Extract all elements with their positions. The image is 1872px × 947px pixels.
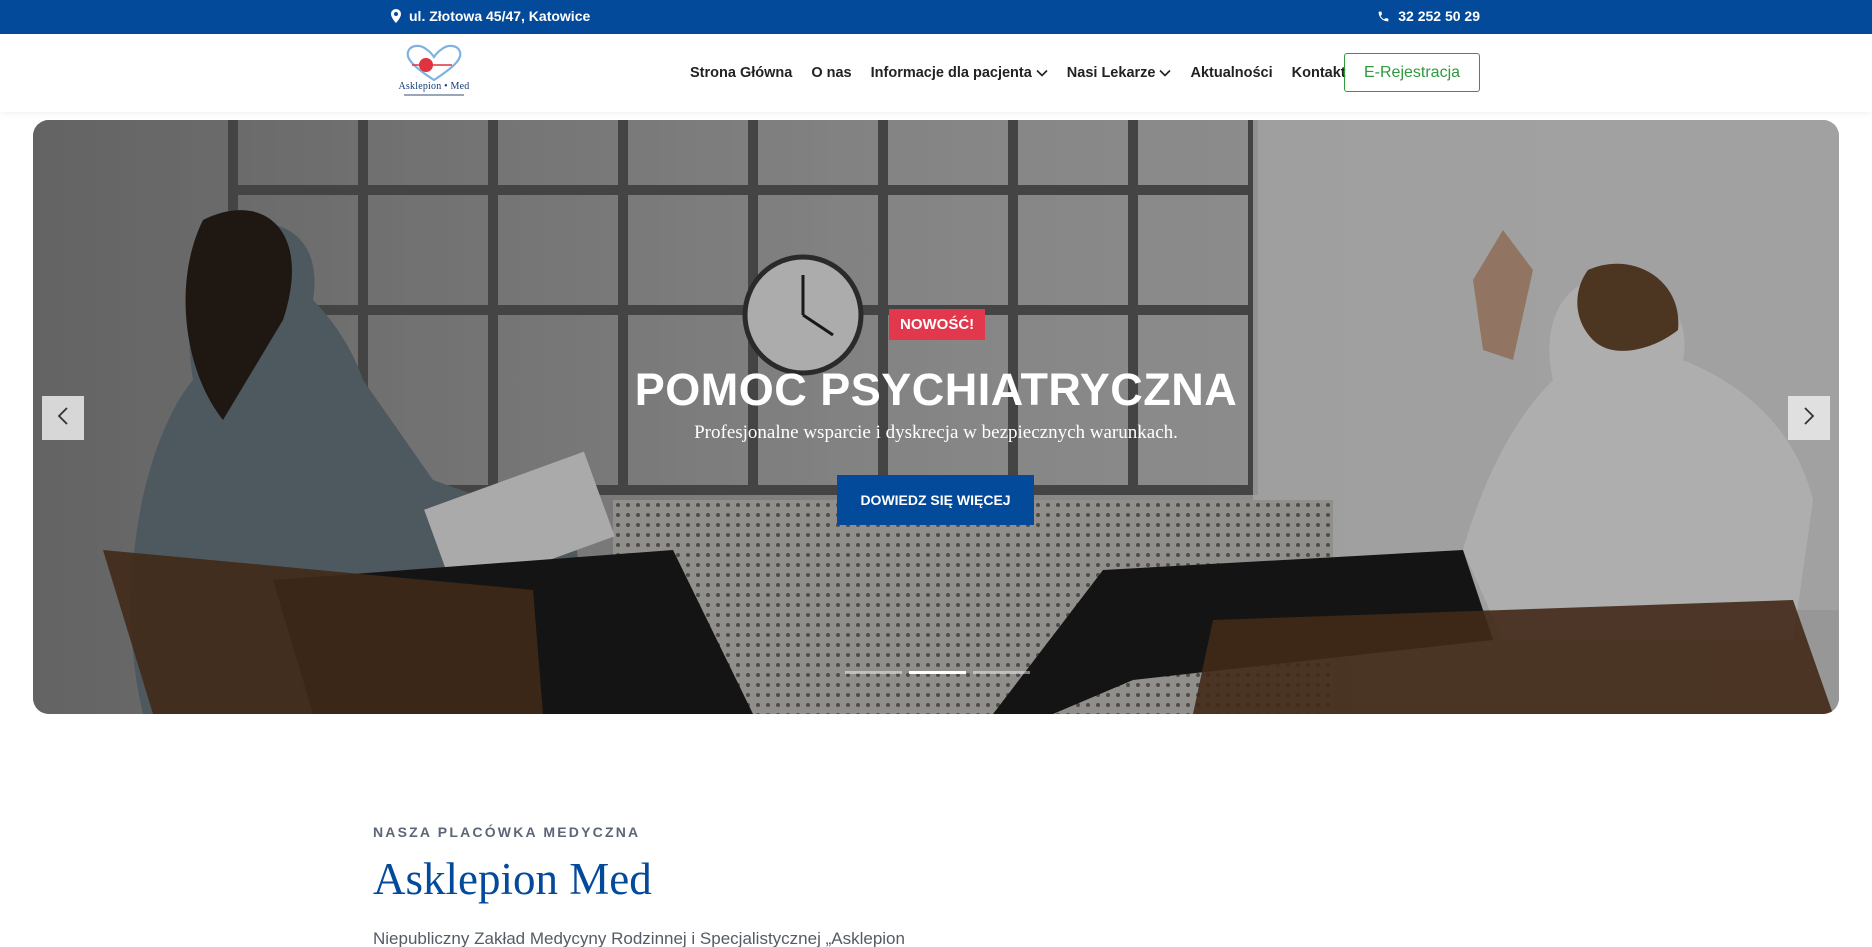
chevron-down-icon [1159,65,1172,81]
chevron-left-icon [57,406,69,430]
logo-tagline-bar [404,94,464,96]
site-logo[interactable]: Asklepion • Med [392,43,476,103]
nav-label: O nas [811,65,852,81]
nav-item-contact[interactable]: Kontakt [1292,65,1346,81]
chevron-down-icon [1036,65,1048,81]
heart-logo-icon [406,44,462,82]
slide-dot-2[interactable] [909,671,966,674]
phone-text: 32 252 50 29 [1398,8,1480,24]
nav-label: Nasi Lekarze [1066,65,1156,81]
nav-label: Kontakt [1291,65,1346,81]
nav-label: Informacje dla pacjenta [870,65,1032,81]
logo-text: Asklepion • Med [398,81,470,92]
main-nav: Strona Główna O nas Informacje dla pacje… [690,34,1480,112]
address-block: ul. Złotowa 45/47, Katowice [391,8,590,24]
hero-title: POMOC PSYCHIATRYCZNA [634,364,1238,415]
slide-dot-1[interactable] [845,671,902,674]
slider-prev-button[interactable] [42,396,84,440]
section-title: Asklepion Med [373,854,652,904]
hero-subtitle: Profesjonalne wsparcie i dyskrecja w bez… [694,422,1178,443]
nav-item-news[interactable]: Aktualności [1190,65,1272,81]
slide-dot-3[interactable] [973,671,1030,674]
hero-slider: NOWOŚĆ! POMOC PSYCHIATRYCZNA Profesjonal… [33,120,1839,714]
nav-item-about[interactable]: O nas [811,65,851,81]
site-header: Asklepion • Med Strona Główna O nas Info… [0,34,1872,112]
chevron-right-icon [1803,406,1815,430]
phone-icon [1377,10,1390,23]
map-pin-icon [391,9,401,23]
new-badge: NOWOŚĆ! [889,309,986,340]
nav-item-patient-info[interactable]: Informacje dla pacjenta [871,65,1048,81]
section-kicker: NASZA PLACÓWKA MEDYCZNA [373,824,641,840]
nav-label: Strona Główna [690,65,793,81]
learn-more-button[interactable]: DOWIEDZ SIĘ WIĘCEJ [837,475,1034,525]
section-intro-text: Niepubliczny Zakład Medycyny Rodzinnej i… [373,929,905,947]
hero-dark-overlay [33,120,1839,714]
slider-pagination [845,671,1030,674]
nav-label: Aktualności [1190,65,1273,81]
top-info-bar: ul. Złotowa 45/47, Katowice 32 252 50 29 [0,0,1872,34]
slider-next-button[interactable] [1788,396,1830,440]
nav-item-home[interactable]: Strona Główna [690,65,792,81]
nav-item-doctors[interactable]: Nasi Lekarze [1067,65,1172,81]
address-text: ul. Złotowa 45/47, Katowice [409,8,591,24]
phone-block[interactable]: 32 252 50 29 [1377,8,1480,24]
e-registration-button[interactable]: E-Rejestracja [1344,53,1480,92]
